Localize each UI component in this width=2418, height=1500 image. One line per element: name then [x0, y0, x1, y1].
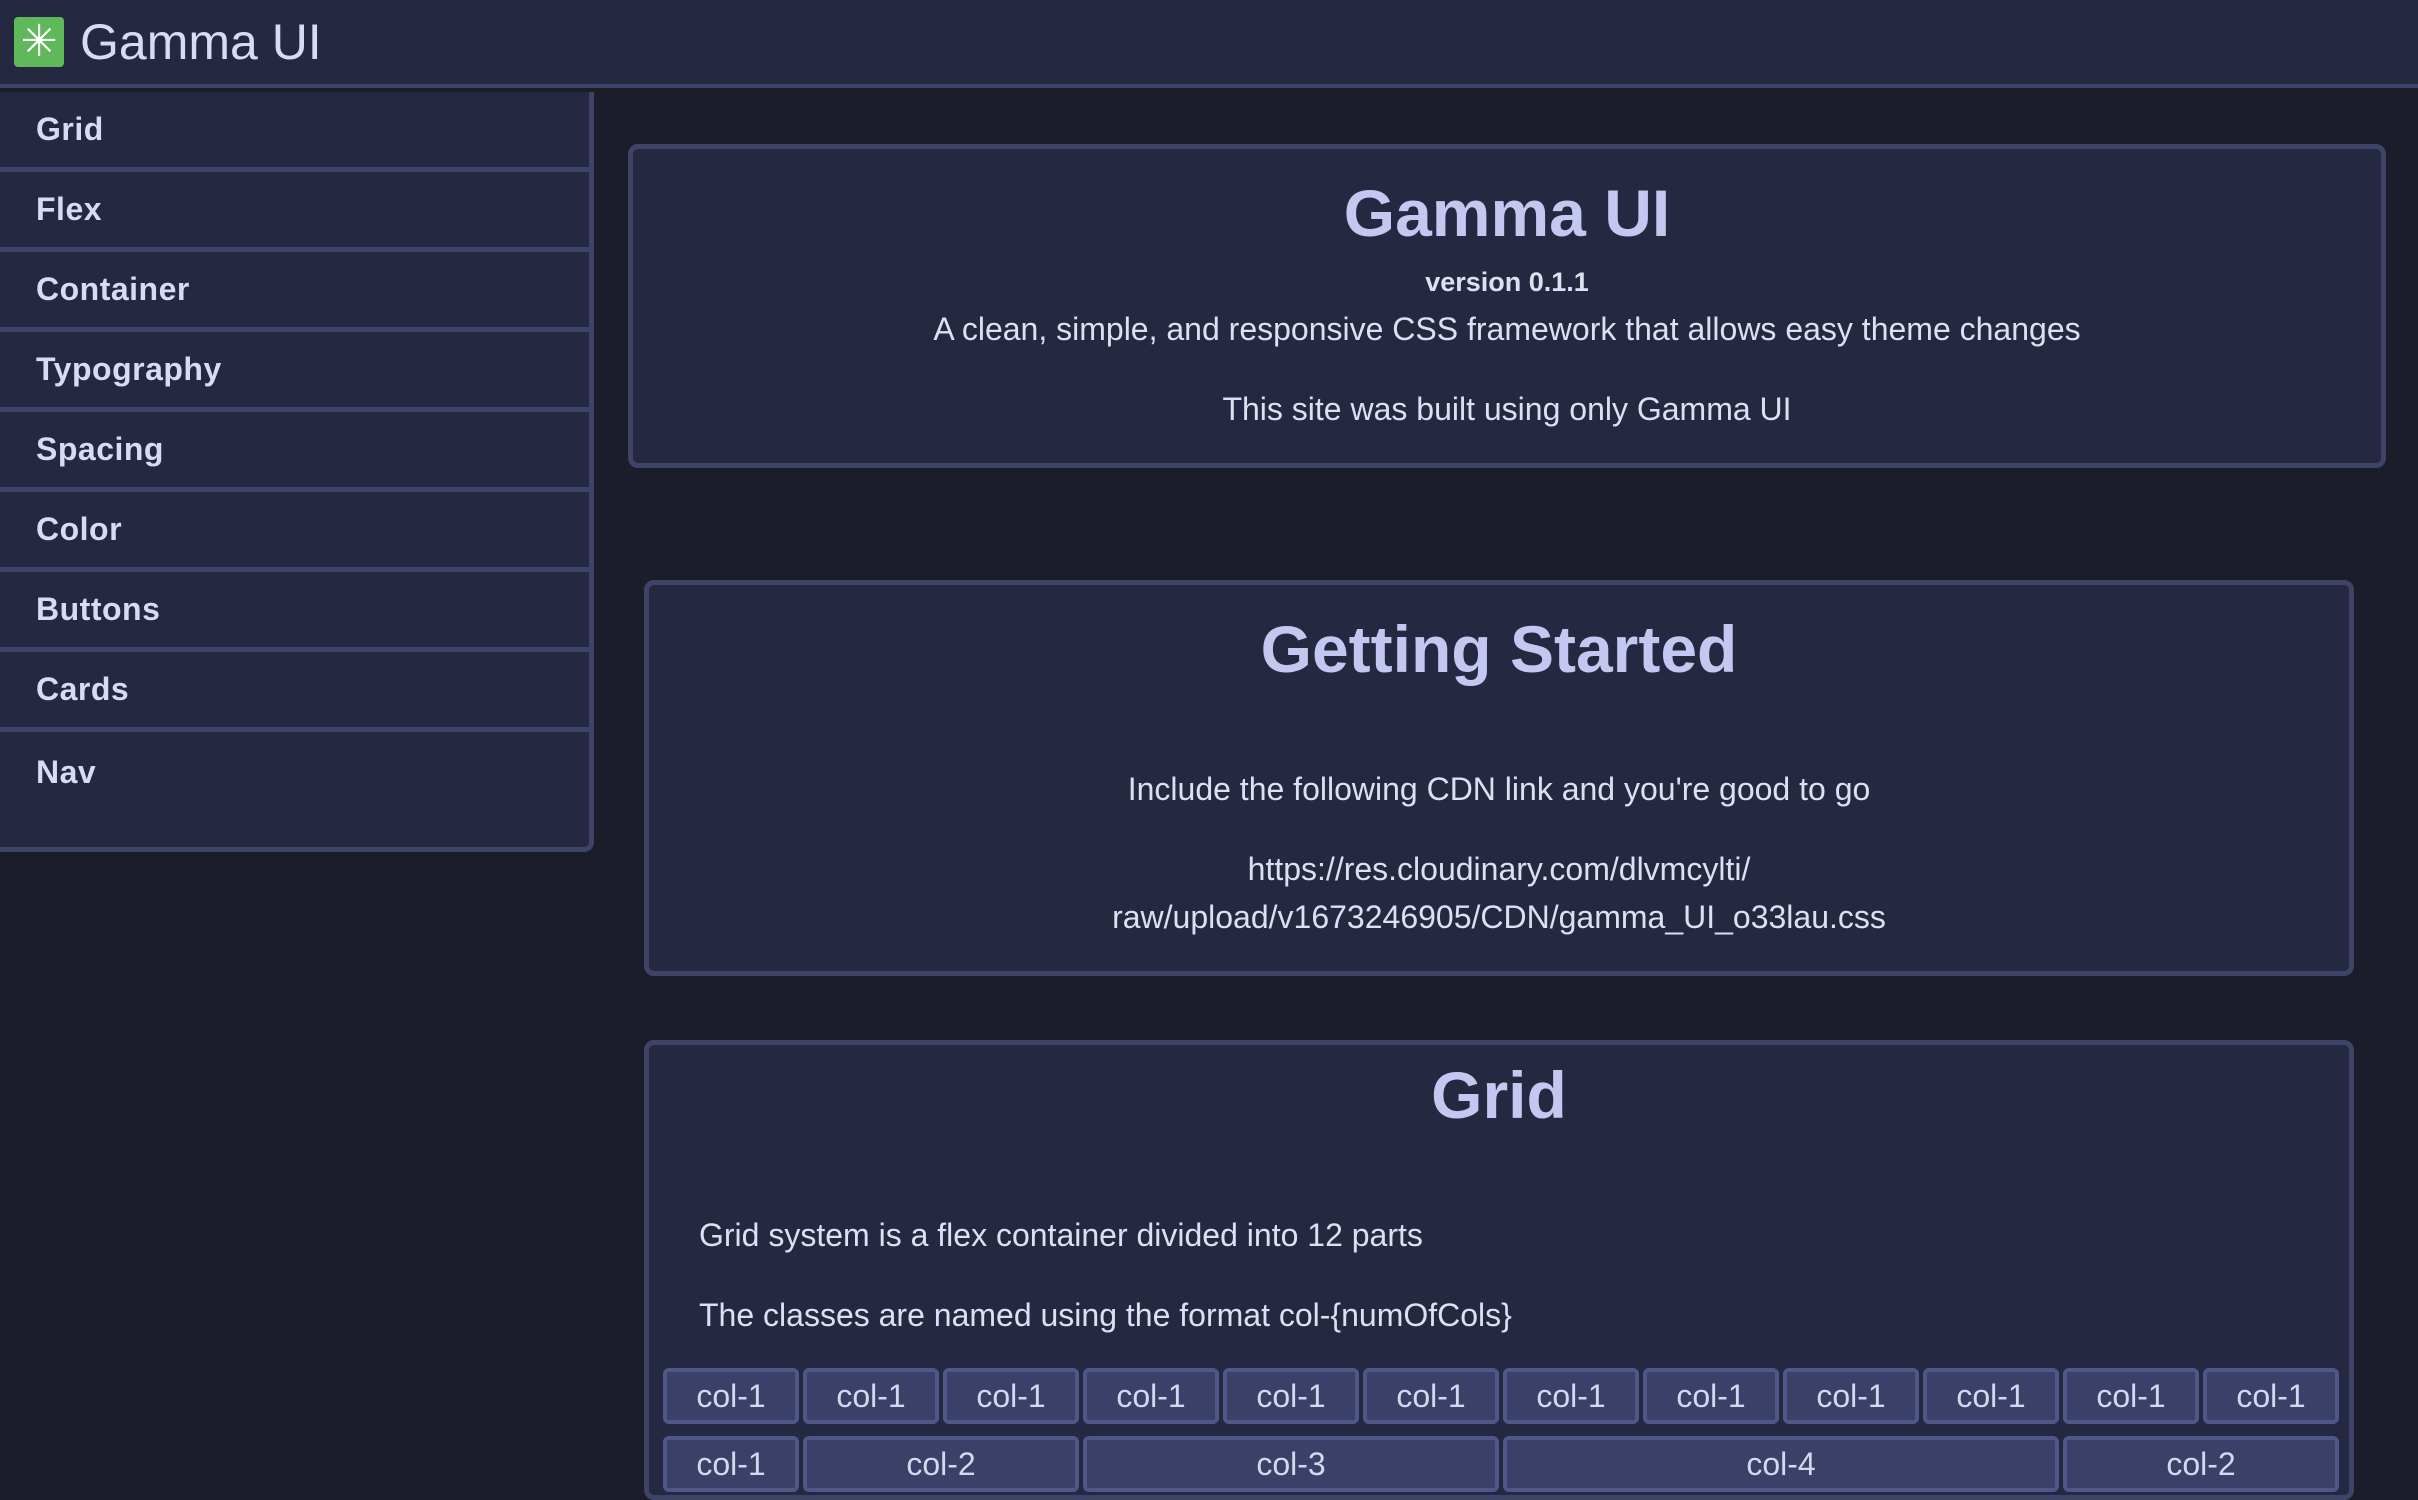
sidebar-item-typography[interactable]: Typography — [0, 332, 589, 412]
grid-cell-col-1: col-1 — [943, 1368, 1079, 1424]
sidebar-item-grid[interactable]: Grid — [0, 92, 589, 172]
grid-cell-col-1: col-1 — [1363, 1368, 1499, 1424]
sidebar-item-container[interactable]: Container — [0, 252, 589, 332]
hero-description: A clean, simple, and responsive CSS fram… — [933, 311, 2081, 347]
grid-card: Grid Grid system is a flex container div… — [644, 1040, 2354, 1500]
sidebar-item-cards[interactable]: Cards — [0, 652, 589, 732]
grid-row-mixed: col-1 col-2 col-3 col-4 col-2 — [661, 1436, 2341, 1492]
sidebar-item-color[interactable]: Color — [0, 492, 589, 572]
grid-cell-col-3: col-3 — [1083, 1436, 1499, 1492]
grid-cell-col-1: col-1 — [803, 1368, 939, 1424]
grid-cell-col-1: col-1 — [1783, 1368, 1919, 1424]
brand[interactable]: ✳ Gamma UI — [14, 14, 322, 70]
getting-started-card: Getting Started Include the following CD… — [644, 580, 2354, 976]
sidebar-item-nav[interactable]: Nav — [0, 732, 589, 812]
grid-cell-col-4: col-4 — [1503, 1436, 2059, 1492]
grid-cell-col-1: col-1 — [1643, 1368, 1779, 1424]
grid-cell-col-1: col-1 — [2063, 1368, 2199, 1424]
grid-cell-col-1: col-1 — [1923, 1368, 2059, 1424]
grid-description: Grid system is a flex container divided … — [699, 1217, 1423, 1253]
cdn-link-line1[interactable]: https://res.cloudinary.com/dlvmcylti/ — [649, 851, 2349, 888]
top-navbar: ✳ Gamma UI — [0, 0, 2418, 88]
brand-name: Gamma UI — [80, 14, 322, 70]
sidebar-item-flex[interactable]: Flex — [0, 172, 589, 252]
sidebar-item-spacing[interactable]: Spacing — [0, 412, 589, 492]
hero-card: Gamma UI version 0.1.1 A clean, simple, … — [628, 144, 2386, 468]
asterisk-icon: ✳ — [14, 17, 64, 67]
sidebar-item-buttons[interactable]: Buttons — [0, 572, 589, 652]
hero-title: Gamma UI — [1343, 176, 1671, 250]
sidebar: Grid Flex Container Typography Spacing C… — [0, 92, 594, 852]
grid-row-col1: col-1 col-1 col-1 col-1 col-1 col-1 col-1 col-1… — [661, 1368, 2341, 1424]
grid-cell-col-1: col-1 — [1083, 1368, 1219, 1424]
grid-cell-col-2: col-2 — [803, 1436, 1079, 1492]
grid-cell-col-1: col-1 — [663, 1436, 799, 1492]
hero-note: This site was built using only Gamma UI — [1222, 391, 1792, 427]
getting-started-intro: Include the following CDN link and you'r… — [1127, 771, 1871, 807]
getting-started-title: Getting Started — [1260, 612, 1738, 686]
cdn-link-line2[interactable]: raw/upload/v1673246905/CDN/gamma_UI_o33l… — [649, 899, 2349, 936]
grid-cell-col-1: col-1 — [1503, 1368, 1639, 1424]
grid-title: Grid — [1431, 1058, 1567, 1132]
grid-cell-col-1: col-1 — [663, 1368, 799, 1424]
version-label: version 0.1.1 — [1425, 267, 1589, 297]
grid-cell-col-1: col-1 — [2203, 1368, 2339, 1424]
grid-cell-col-1: col-1 — [1223, 1368, 1359, 1424]
grid-class-format: The classes are named using the format c… — [699, 1297, 1512, 1333]
grid-cell-col-2: col-2 — [2063, 1436, 2339, 1492]
